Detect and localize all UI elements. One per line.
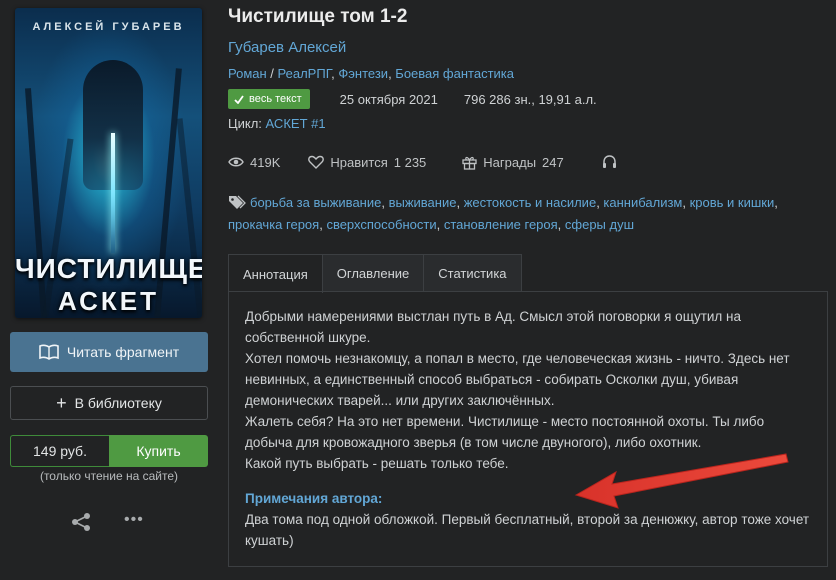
gift-icon [462,156,477,170]
stats-row: 419K Нравится 1 235 Награды 247 [228,152,617,172]
annotation-paragraph: Добрыми намерениями выстлан путь в Ад. С… [245,309,742,345]
meta-row: весь текст 25 октября 2021 796 286 зн., … [228,88,597,110]
headphones-icon [602,155,616,168]
tag-list: борьба за выживание, выживание, жестокос… [228,195,778,232]
tag-link[interactable]: становление героя [444,217,558,232]
cover-author: АЛЕКСЕЙ ГУБАРЕВ [32,21,185,33]
tag-link[interactable]: сферы душ [565,217,634,232]
check-icon [234,94,244,104]
genre-link[interactable]: Фэнтези [338,66,388,81]
tab-bar: Аннотация Оглавление Статистика [228,254,522,293]
awards-stat[interactable]: Награды 247 [462,154,564,170]
tags-icon [229,195,246,209]
tab-annotation[interactable]: Аннотация [228,254,323,293]
heart-icon [308,155,325,169]
buy-button[interactable]: Купить [109,435,208,467]
genre-list: Роман / РеалРПГ, Фэнтези, Боевая фантаст… [228,66,514,81]
book-open-icon [39,344,59,360]
cover-sword [111,133,115,253]
annotation-paragraph: Какой путь выбрать - решать только тебе. [245,456,509,471]
tag-link[interactable]: кровь и кишки [690,195,775,210]
audiobook-stat[interactable] [602,155,617,169]
annotation-paragraph: Жалеть себя? На это нет времени. Чистили… [245,414,765,450]
tag-link[interactable]: борьба за выживание [250,195,381,210]
genre-link[interactable]: РеалРПГ [278,66,332,81]
tag-link[interactable]: сверхспособности [326,217,436,232]
tab-contents[interactable]: Оглавление [321,254,425,292]
publish-date: 25 октября 2021 [339,91,438,107]
tag-link[interactable]: прокачка героя [228,217,319,232]
annotation-panel: Добрыми намерениями выстлан путь в Ад. С… [228,291,828,567]
cycle-row: Цикл: АСКЕТ #1 [228,116,326,131]
likes-label: Нравится [330,154,388,170]
annotation-paragraph: Хотел помочь незнакомцу, а попал в место… [245,351,790,408]
tag-link[interactable]: жестокость и насилие [464,195,597,210]
author-link[interactable]: Губарев Алексей [228,39,346,56]
likes-count: 1 235 [393,154,427,170]
plus-icon: + [56,393,67,413]
genre-link[interactable]: Роман [228,66,267,81]
add-to-library-label: В библиотеку [74,395,162,411]
views-count: 419K [250,154,281,170]
author-notes-heading: Примечания автора: [245,491,383,506]
cycle-label: Цикл: [228,116,262,131]
price-label: 149 руб. [10,435,109,467]
book-title: Чистилище том 1-2 [228,6,408,27]
buy-note: (только чтение на сайте) [39,469,179,483]
share-icon[interactable] [70,512,92,532]
status-badge: весь текст [228,89,310,109]
eye-icon [228,157,244,167]
genre-link[interactable]: Боевая фантастика [395,66,514,81]
cover-subtitle: АСКЕТ [58,286,159,316]
book-cover[interactable]: АЛЕКСЕЙ ГУБАРЕВ ЧИСТИЛИЩЕ АСКЕТ [15,8,202,318]
tag-link[interactable]: выживание [389,195,457,210]
book-size: 796 286 зн., 19,91 а.л. [463,91,597,107]
add-to-library-button[interactable]: + В библиотеку [10,386,208,420]
awards-label: Награды [483,154,537,170]
tab-statistics[interactable]: Статистика [423,254,522,292]
read-fragment-label: Читать фрагмент [66,344,180,360]
more-options-icon[interactable]: ••• [124,511,144,529]
cycle-link[interactable]: АСКЕТ #1 [266,116,326,131]
likes-stat[interactable]: Нравится 1 235 [308,155,426,170]
read-fragment-button[interactable]: Читать фрагмент [10,332,208,372]
status-badge-label: весь текст [249,93,302,105]
cover-title: ЧИСТИЛИЩЕ [15,253,202,284]
purchase-group: 149 руб. Купить [10,435,208,467]
views-stat: 419K [228,155,280,170]
awards-count: 247 [542,154,564,170]
tag-link[interactable]: каннибализм [603,195,682,210]
author-notes-text: Два тома под одной обложкой. Первый бесп… [245,512,810,548]
